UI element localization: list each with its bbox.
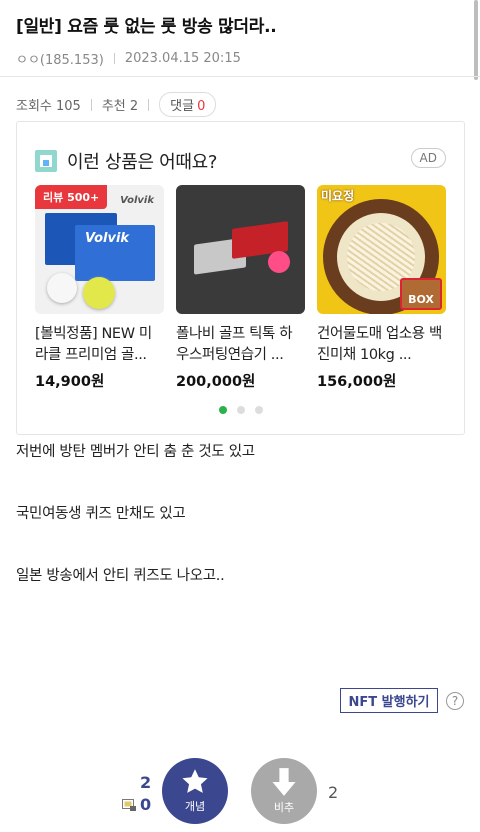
brand-label: 미요정 — [321, 189, 355, 203]
ad-title: 이런 상품은 어때요? — [67, 152, 218, 173]
post-stats: 조회수 105 추천 2 댓글 0 — [16, 92, 217, 117]
recommend-count: 추천 2 — [101, 99, 139, 114]
view-count: 조회수 105 — [16, 99, 81, 114]
ad-header: 이런 상품은 어때요? — [35, 148, 217, 174]
product-image-putting-trainer[interactable] — [176, 185, 305, 314]
comment-button[interactable]: 댓글 0 — [159, 92, 217, 117]
comment-label: 댓글 — [170, 99, 195, 114]
brand-label: Volvik — [85, 231, 130, 246]
upvote-label: 개념 — [184, 800, 206, 813]
page-dot-active[interactable] — [218, 406, 227, 414]
post-body-line: 일본 방송에서 안티 퀴즈도 나오고.. — [16, 568, 225, 584]
product-price: 200,000원 — [176, 374, 256, 390]
divider — [113, 53, 115, 64]
carousel-pagination — [17, 406, 464, 414]
vote-up-count: 2 — [140, 773, 152, 792]
divider — [0, 76, 480, 77]
post-date: 2023.04.15 20:15 — [124, 51, 241, 66]
product-image-dried-squid[interactable]: 미요정 BOX — [317, 185, 446, 314]
upvote-button[interactable]: 개념 — [162, 758, 228, 824]
downvote-button[interactable]: 비추 — [251, 758, 317, 824]
page-dot[interactable] — [236, 406, 245, 414]
review-badge: 리뷰 500+ — [35, 185, 108, 209]
post-header: [일반] 요즘 룻 없는 룻 방송 많더라.. ㅇㅇ(185.153) 2023… — [16, 12, 466, 68]
post-body-line: 저번에 방탄 멤버가 안티 춤 춘 것도 있고 — [16, 444, 255, 460]
box-label: BOX — [400, 278, 442, 310]
arrow-down-icon — [272, 768, 296, 796]
product-price: 14,900원 — [35, 374, 105, 390]
nft-issue-button[interactable]: NFT 발행하기 — [340, 688, 438, 713]
shopping-logo-icon — [35, 150, 57, 172]
fixed-user-icon — [122, 799, 136, 811]
page-dot[interactable] — [254, 406, 263, 414]
post-author[interactable]: ㅇㅇ(185.153) — [16, 49, 104, 68]
product-name[interactable]: 폴나비 골프 틱톡 하우스퍼팅연습기 ... — [176, 324, 305, 366]
help-icon[interactable]: ? — [446, 692, 464, 710]
fixed-user-count: 0 — [140, 795, 152, 814]
product-card[interactable]: 미요정 BOX 건어물도매 업소용 백진미채 10kg ... 156,000원 — [317, 185, 446, 391]
post-meta: ㅇㅇ(185.153) 2023.04.15 20:15 — [16, 49, 466, 68]
product-price: 156,000원 — [317, 374, 397, 390]
ad-recommendation-box: 이런 상품은 어때요? AD Volvik Volvik 리뷰 500+ [볼빅… — [16, 121, 465, 435]
post-body-line: 국민여동생 퀴즈 만채도 있고 — [16, 506, 186, 522]
divider — [148, 98, 150, 111]
comment-count: 0 — [197, 99, 206, 114]
product-image-golf-balls[interactable]: Volvik Volvik 리뷰 500+ — [35, 185, 164, 314]
star-icon — [182, 769, 208, 793]
product-name[interactable]: 건어물도매 업소용 백진미채 10kg ... — [317, 324, 446, 366]
downvote-label: 비추 — [273, 801, 295, 814]
product-carousel[interactable]: Volvik Volvik 리뷰 500+ [볼빅정품] NEW 미라클 프리미… — [35, 185, 446, 391]
brand-label: Volvik — [120, 195, 154, 206]
ad-badge[interactable]: AD — [410, 148, 446, 168]
scrollbar[interactable] — [474, 0, 478, 80]
post-title: [일반] 요즘 룻 없는 룻 방송 많더라.. — [16, 17, 277, 37]
divider — [90, 98, 92, 111]
product-card[interactable]: 폴나비 골프 틱톡 하우스퍼팅연습기 ... 200,000원 — [176, 185, 305, 391]
vote-down-count: 2 — [328, 783, 339, 802]
product-name[interactable]: [볼빅정품] NEW 미라클 프리미엄 골... — [35, 324, 164, 366]
product-card[interactable]: Volvik Volvik 리뷰 500+ [볼빅정품] NEW 미라클 프리미… — [35, 185, 164, 391]
